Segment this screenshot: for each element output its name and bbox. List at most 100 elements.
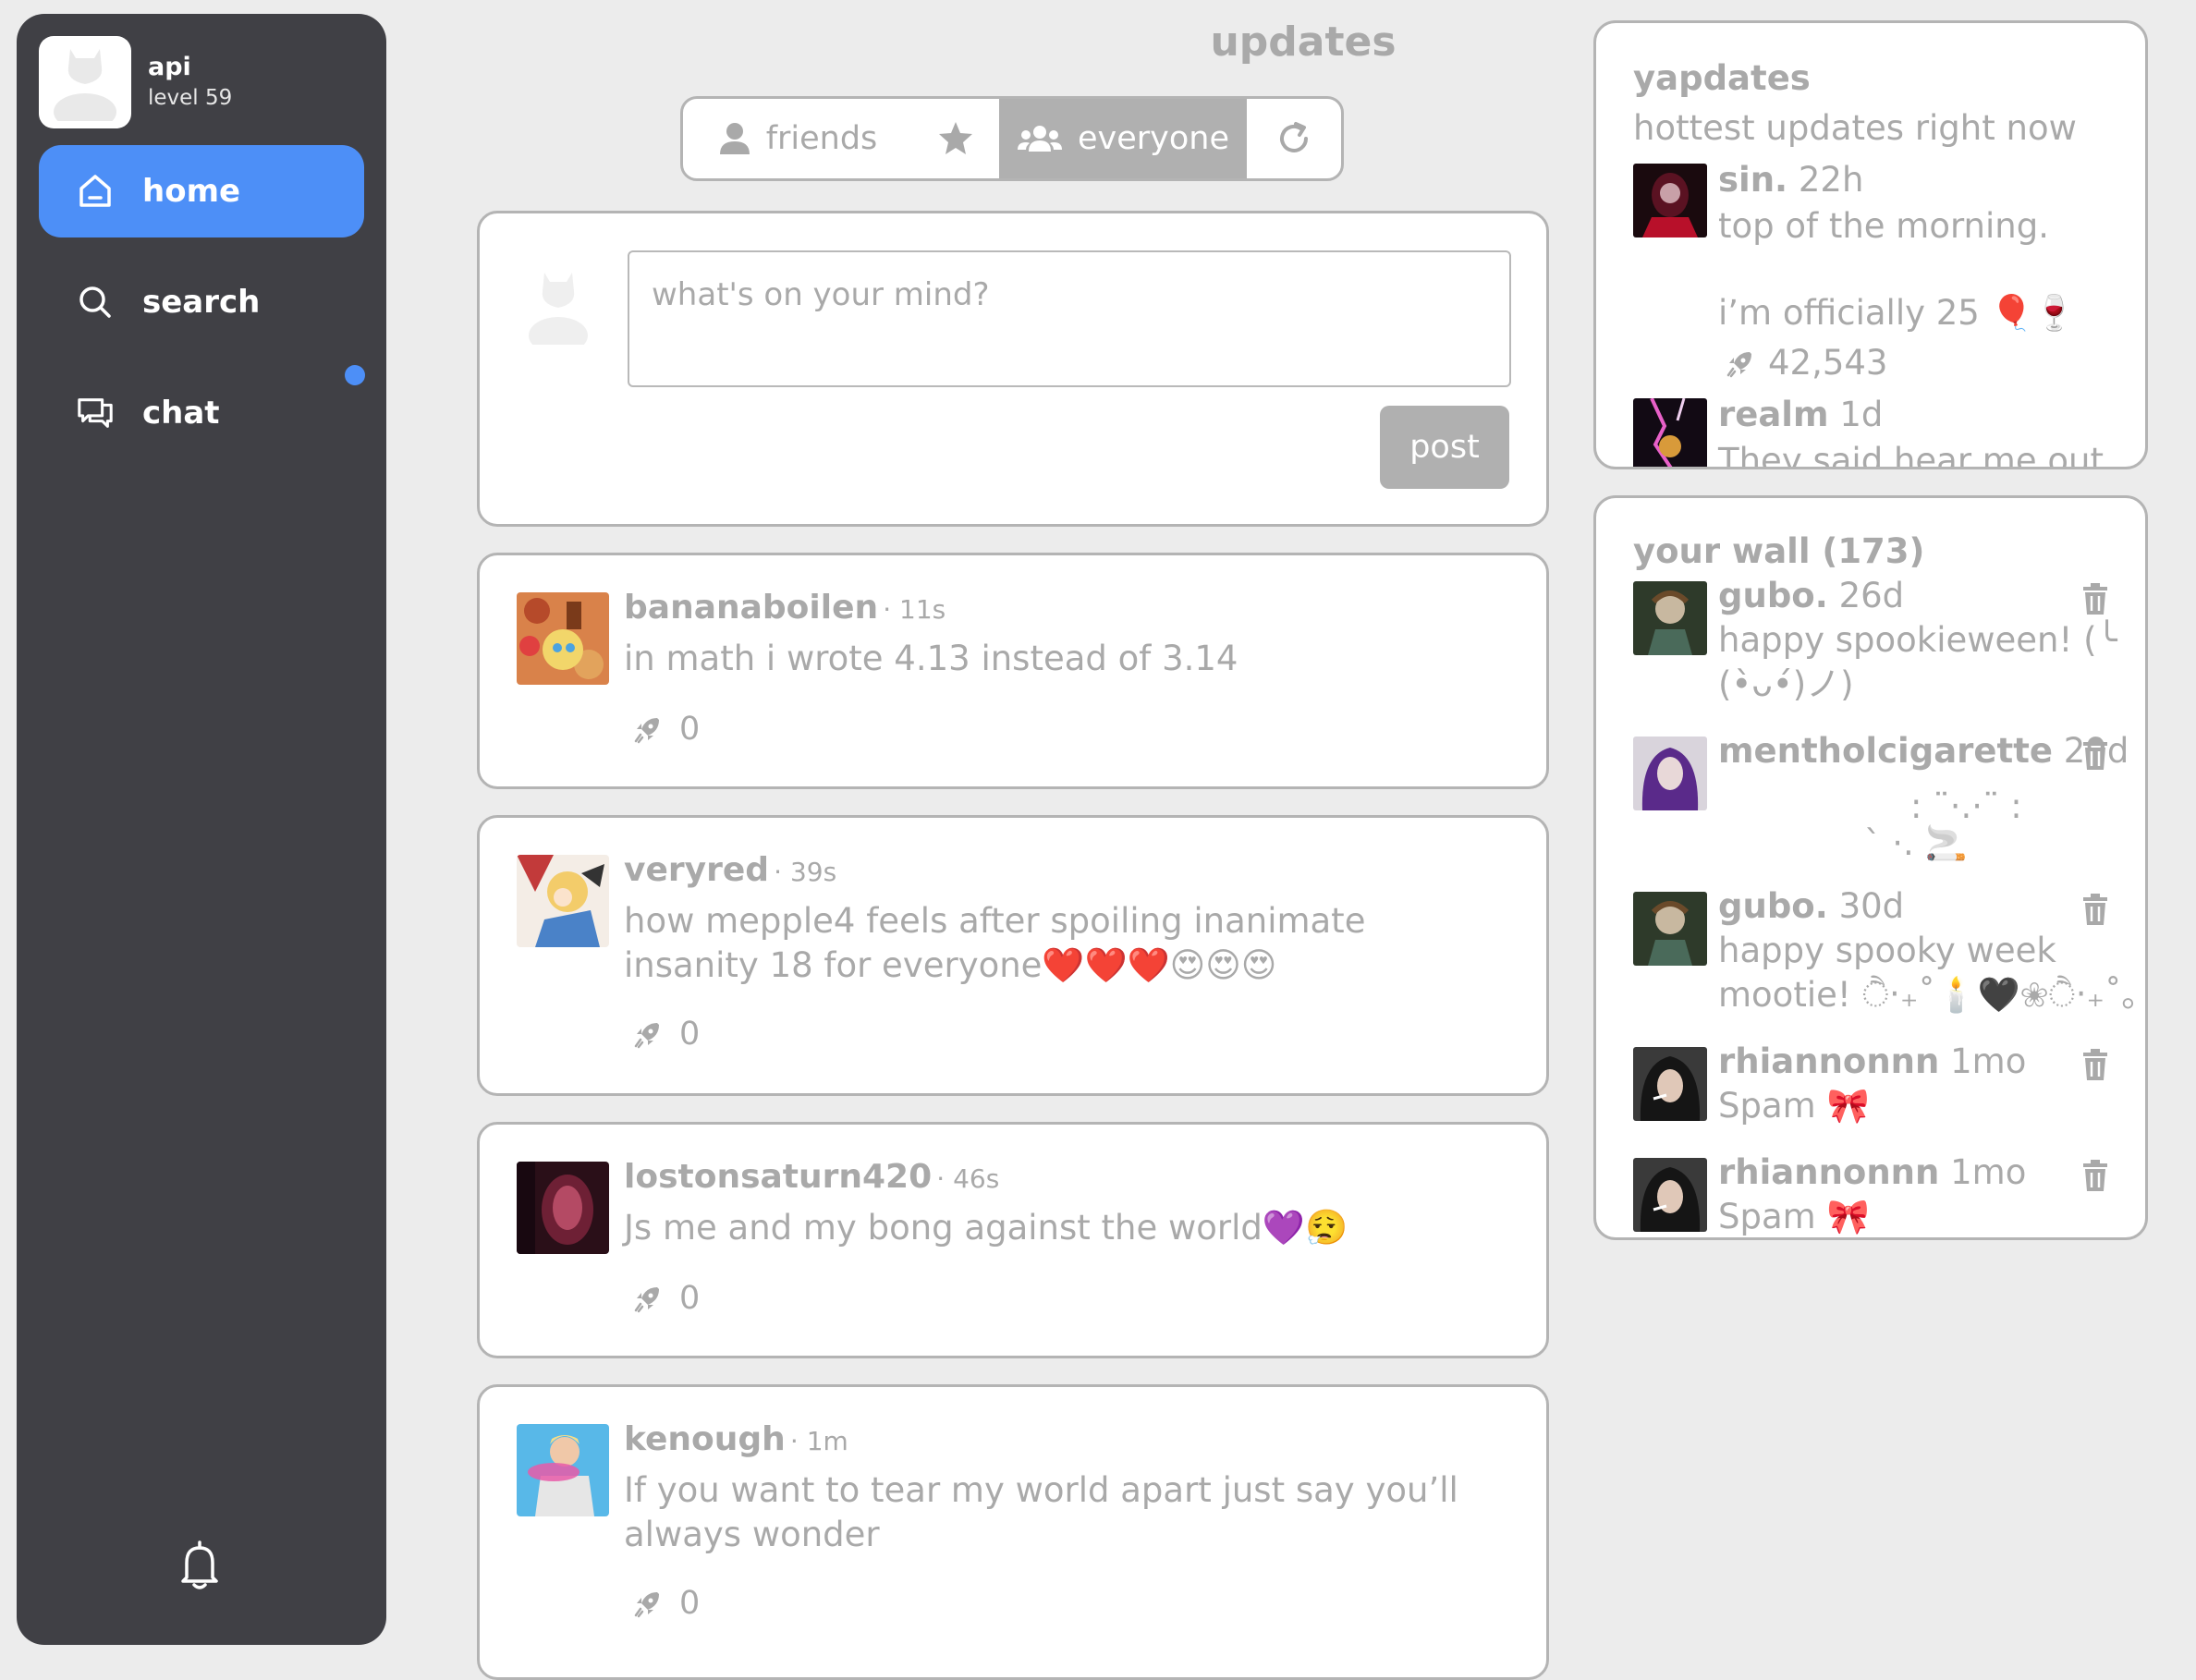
post-avatar[interactable] bbox=[517, 855, 609, 947]
wall-panel: your wall (173) gubo. 26d happy spookiew… bbox=[1593, 495, 2148, 1240]
post-time-separator: · bbox=[789, 1426, 807, 1456]
post-username: realm bbox=[1718, 395, 1829, 434]
notifications-bell-icon[interactable] bbox=[174, 1539, 226, 1594]
post-text: Spam 🎀 bbox=[1718, 1197, 1870, 1236]
compose-input[interactable]: what's on your mind? bbox=[628, 250, 1511, 387]
nav-chat-label: chat bbox=[142, 395, 220, 432]
post-boost-count: 42,543 bbox=[1768, 343, 1888, 383]
wall-item-header[interactable]: mentholcigarette 29d bbox=[1718, 731, 2129, 771]
tab-favorites[interactable] bbox=[912, 99, 999, 178]
username: api bbox=[148, 53, 191, 81]
post-boost[interactable]: 0 bbox=[633, 1585, 700, 1622]
post-username[interactable]: kenough bbox=[624, 1420, 786, 1458]
post-text: (•̀ᴗ•́)ノ) bbox=[1718, 664, 1854, 704]
feed-post: kenough · 1m If you want to tear my worl… bbox=[477, 1384, 1549, 1680]
post-time-separator: · bbox=[936, 1163, 954, 1194]
home-icon bbox=[76, 172, 115, 211]
post-avatar[interactable] bbox=[1633, 1158, 1707, 1232]
post-username[interactable]: veryred bbox=[624, 851, 769, 889]
star-icon bbox=[939, 122, 972, 154]
feed-tabs: friends everyone bbox=[680, 96, 1344, 181]
wall-item-header[interactable]: gubo. 30d bbox=[1718, 886, 1904, 926]
trash-icon[interactable] bbox=[2080, 738, 2110, 770]
post-avatar[interactable] bbox=[1633, 398, 1707, 467]
post-avatar[interactable] bbox=[1633, 892, 1707, 966]
post-time: 1d bbox=[1839, 395, 1884, 434]
tab-friends[interactable]: friends bbox=[683, 99, 912, 178]
post-avatar[interactable] bbox=[1633, 737, 1707, 810]
post-text: They said hear me out bbox=[1718, 441, 2104, 469]
post-text: Spam 🎀 bbox=[1718, 1086, 1870, 1126]
sidebar: api level 59 home search chat bbox=[17, 14, 386, 1645]
post-time-separator: · bbox=[883, 594, 900, 625]
post-time: 46s bbox=[953, 1163, 1000, 1194]
post-time: 30d bbox=[1838, 886, 1905, 926]
post-button[interactable]: post bbox=[1380, 406, 1509, 489]
nav-search-label: search bbox=[142, 284, 261, 321]
trash-icon[interactable] bbox=[2080, 583, 2110, 615]
post-time: 11s bbox=[899, 594, 946, 625]
chat-icon bbox=[76, 394, 115, 432]
post-username: gubo. bbox=[1718, 886, 1828, 926]
post-time-separator: · bbox=[774, 857, 790, 887]
user-level: level 59 bbox=[148, 86, 233, 110]
post-boost-count: 0 bbox=[679, 711, 701, 748]
rocket-icon bbox=[1726, 352, 1751, 378]
post-time: 1mo bbox=[1950, 1041, 2027, 1081]
nav-home[interactable]: home bbox=[39, 145, 364, 237]
profile[interactable]: api level 59 bbox=[39, 36, 232, 128]
post-username: rhiannonnn bbox=[1718, 1041, 1940, 1081]
post-username[interactable]: bananaboilen bbox=[624, 589, 878, 627]
yapdates-subtitle: hottest updates right now bbox=[1633, 108, 2077, 148]
person-icon bbox=[718, 121, 751, 156]
post-username: rhiannonnn bbox=[1718, 1152, 1940, 1192]
post-time: 1m bbox=[806, 1426, 848, 1456]
post-avatar[interactable] bbox=[517, 592, 609, 685]
default-avatar-icon bbox=[526, 267, 591, 354]
yapdates-item-header[interactable]: realm 1d bbox=[1718, 395, 1883, 434]
post-text: happy spooky week bbox=[1718, 931, 2056, 970]
tab-everyone[interactable]: everyone bbox=[999, 99, 1247, 178]
post-avatar[interactable] bbox=[1633, 581, 1707, 655]
post-avatar[interactable] bbox=[1633, 164, 1707, 237]
nav-chat[interactable]: chat bbox=[39, 367, 364, 459]
feed-post: bananaboilen · 11s in math i wrote 4.13 … bbox=[477, 553, 1549, 789]
post-boost-count: 0 bbox=[679, 1016, 701, 1053]
post-text: ` ·. 🚬 bbox=[1864, 823, 1968, 863]
wall-item-header[interactable]: gubo. 26d bbox=[1718, 576, 1904, 615]
post-text: Js me and my bong against the world💜😮‍💨 bbox=[624, 1208, 1348, 1248]
refresh-button[interactable] bbox=[1247, 99, 1341, 178]
post-text: in math i wrote 4.13 instead of 3.14 bbox=[624, 639, 1238, 678]
post-time: 26d bbox=[1838, 576, 1905, 615]
trash-icon[interactable] bbox=[2080, 1049, 2110, 1080]
page-title: updates bbox=[1210, 18, 1397, 66]
default-avatar-icon bbox=[54, 49, 116, 121]
yapdates-panel: yapdates hottest updates right now sin. … bbox=[1593, 20, 2148, 469]
trash-icon[interactable] bbox=[2080, 1160, 2110, 1191]
rocket-icon bbox=[634, 1023, 659, 1049]
post-username: sin. bbox=[1718, 160, 1788, 200]
post-username[interactable]: lostonsaturn420 bbox=[624, 1158, 932, 1196]
rocket-icon bbox=[634, 718, 659, 744]
search-icon bbox=[76, 283, 115, 322]
post-avatar[interactable] bbox=[517, 1162, 609, 1254]
tab-everyone-label: everyone bbox=[1077, 120, 1229, 157]
post-username: mentholcigarette bbox=[1718, 731, 2053, 771]
post-boost[interactable]: 0 bbox=[633, 1016, 700, 1053]
wall-item-header[interactable]: rhiannonnn 1mo bbox=[1718, 1152, 2026, 1192]
post-boost[interactable]: 0 bbox=[633, 711, 700, 748]
wall-item-header[interactable]: rhiannonnn 1mo bbox=[1718, 1041, 2026, 1081]
post-boost[interactable]: 0 bbox=[633, 1280, 700, 1317]
post-avatar[interactable] bbox=[1633, 1047, 1707, 1121]
nav-search[interactable]: search bbox=[39, 256, 364, 348]
post-boost[interactable]: 42,543 bbox=[1726, 341, 1887, 385]
chat-unread-dot bbox=[345, 365, 365, 385]
avatar[interactable] bbox=[39, 36, 131, 128]
group-icon bbox=[1017, 124, 1063, 153]
post-boost-count: 0 bbox=[679, 1280, 701, 1317]
yapdates-item-header[interactable]: sin. 22h bbox=[1718, 160, 1863, 200]
trash-icon[interactable] bbox=[2080, 894, 2110, 925]
post-avatar[interactable] bbox=[517, 1424, 609, 1516]
post-username: gubo. bbox=[1718, 576, 1828, 615]
tab-friends-label: friends bbox=[765, 120, 878, 157]
